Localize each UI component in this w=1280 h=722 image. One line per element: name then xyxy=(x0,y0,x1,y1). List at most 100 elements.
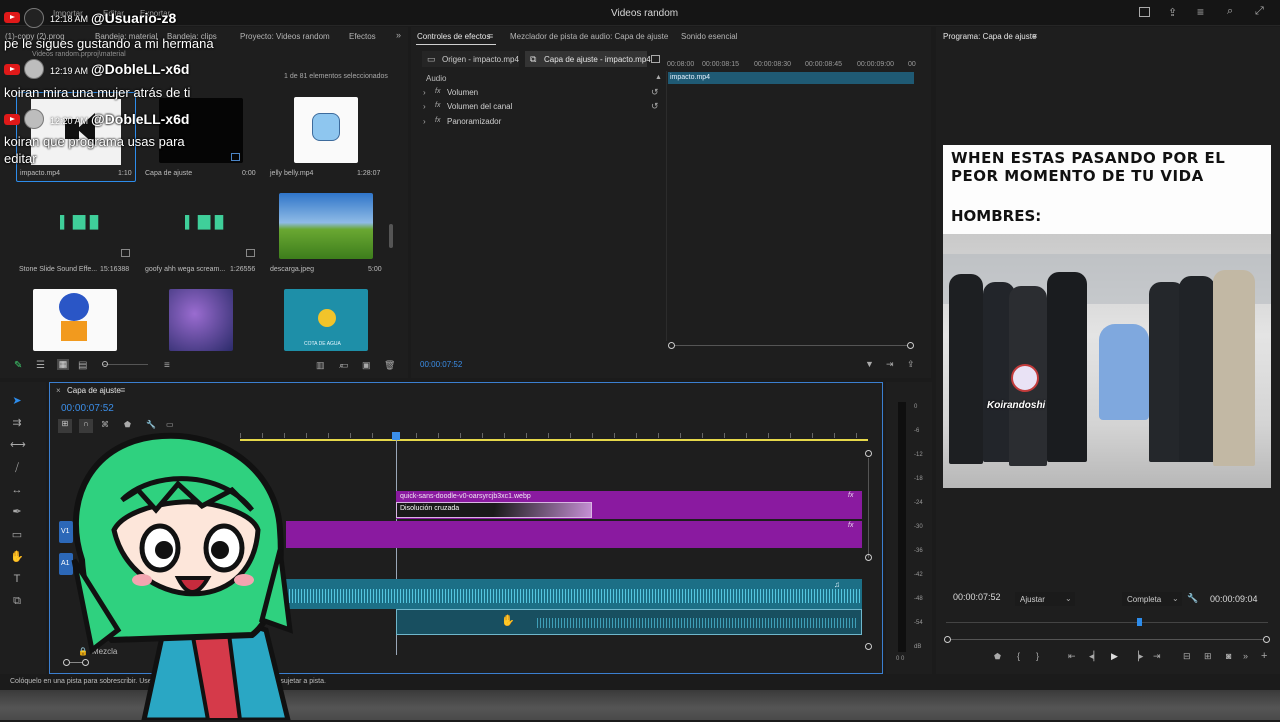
trash-icon[interactable]: 🗑 xyxy=(384,360,396,372)
effect-row-volume[interactable]: › fx Volumen ↺ xyxy=(423,87,668,100)
selection-tool-icon[interactable]: ➤ xyxy=(10,394,24,408)
program-scroll[interactable] xyxy=(944,636,1270,643)
hand-icon[interactable]: ✋ xyxy=(10,550,24,564)
add-icon[interactable]: + xyxy=(1261,650,1273,662)
step-back-icon[interactable]: ◂▏ xyxy=(1089,651,1101,663)
tab-audio-mixer[interactable]: Mezclador de pista de audio: Capa de aju… xyxy=(510,32,668,41)
timeline-timecode[interactable]: 00:00:07:52 xyxy=(61,403,114,414)
section-audio: Audio xyxy=(426,74,447,83)
mark-out-icon[interactable]: } xyxy=(1036,651,1048,663)
pen-icon[interactable]: ✒ xyxy=(10,505,24,519)
step-forward-icon[interactable]: ▕▸ xyxy=(1132,651,1144,663)
track-select-icon[interactable]: ⇉ xyxy=(10,416,24,430)
ripple-edit-icon[interactable]: ⟷ xyxy=(10,438,26,452)
play-only-audio-icon[interactable]: ⇥ xyxy=(886,359,898,371)
transition-crossfade[interactable]: Disolución cruzada xyxy=(396,502,592,518)
go-to-in-icon[interactable]: ⇤ xyxy=(1068,651,1080,663)
audio-drop-target[interactable]: ✋ xyxy=(396,609,862,635)
audio-clip[interactable]: ♫ xyxy=(286,579,862,609)
program-title[interactable]: Programa: Capa de ajuste xyxy=(943,32,1036,41)
tools-panel: ➤ ⇉ ⟷ ⧸ ↔ ✒ ▭ ✋ T ⧉ xyxy=(0,382,46,674)
thumb-water-game[interactable]: COTA DE AGUA xyxy=(284,289,368,351)
tab-effect-controls[interactable]: Controles de efectos xyxy=(417,32,490,41)
work-area-bar[interactable] xyxy=(240,439,868,441)
freeform-view-icon[interactable]: ▤ xyxy=(78,360,90,372)
chevron-right-icon[interactable]: › xyxy=(423,117,426,126)
effect-timecode[interactable]: 00:00:07:52 xyxy=(420,360,462,369)
effect-scroll-track[interactable] xyxy=(668,342,914,349)
new-bin-icon[interactable]: ▭ xyxy=(340,360,352,372)
chevron-right-icon[interactable]: › xyxy=(423,88,426,97)
menu-lines-icon[interactable]: ≡ xyxy=(1197,5,1209,19)
tab-menu-icon[interactable]: ≡ xyxy=(1032,31,1044,43)
tab-menu-icon[interactable]: ≡ xyxy=(120,385,132,397)
v-scroll-mid[interactable] xyxy=(865,554,872,561)
effect-row-channel-volume[interactable]: › fx Volumen del canal ↺ xyxy=(423,101,668,114)
reset-icon[interactable]: ↺ xyxy=(651,101,659,112)
thumb-sonic-character[interactable] xyxy=(33,289,117,351)
subtab-adjustment[interactable]: ⧉ Capa de ajuste - impacto.mp4 xyxy=(525,51,651,67)
automate-icon[interactable]: ▥ xyxy=(316,360,328,372)
timeline-tab[interactable]: Capa de ajuste xyxy=(67,386,121,395)
slip-icon[interactable]: ↔ xyxy=(10,483,24,497)
quality-dropdown[interactable]: Completa ⌄ xyxy=(1122,592,1182,606)
expand-icon[interactable]: ⤢ xyxy=(1255,5,1267,17)
razor-icon[interactable]: ⧸ xyxy=(10,461,24,475)
zoom-slider[interactable] xyxy=(102,361,148,367)
panel-toggle-icon[interactable] xyxy=(651,55,660,63)
fit-value: Ajustar xyxy=(1020,595,1045,604)
thumb-game-scene[interactable] xyxy=(169,289,233,351)
program-ruler[interactable] xyxy=(946,618,1268,626)
audio-meter: 0 -6 -12 -18 -24 -30 -36 -42 -48 -54 dB … xyxy=(886,382,932,674)
playhead-head[interactable] xyxy=(392,432,400,440)
mark-in-icon[interactable]: { xyxy=(1017,651,1029,663)
fit-dropdown[interactable]: Ajustar ⌄ xyxy=(1015,592,1075,606)
go-to-out-icon[interactable]: ⇥ xyxy=(1153,651,1165,663)
watermark-logo xyxy=(1011,364,1039,392)
video-clip-lower[interactable]: fx xyxy=(286,521,862,548)
play-icon[interactable]: ▶ xyxy=(1111,651,1123,663)
v-scroll-bottom[interactable] xyxy=(865,643,872,650)
reset-icon[interactable]: ↺ xyxy=(651,87,659,98)
v-scroll-top[interactable] xyxy=(865,450,872,457)
search-icon[interactable]: ⌕ xyxy=(1227,5,1239,17)
meter-tick: -54 xyxy=(914,620,923,626)
program-timecode[interactable]: 00:00:07:52 xyxy=(953,592,1001,602)
lift-icon[interactable]: ⊟ xyxy=(1183,651,1195,663)
rectangle-icon[interactable]: ▭ xyxy=(10,528,24,542)
icon-view-icon[interactable]: ▦ xyxy=(57,359,69,370)
tab-essential-sound[interactable]: Sonido esencial xyxy=(681,32,737,41)
panel-overflow-icon[interactable]: » xyxy=(396,30,401,40)
close-icon[interactable]: × xyxy=(56,386,61,395)
type-icon[interactable]: T xyxy=(10,572,24,586)
thumb-jelly-belly[interactable] xyxy=(294,97,358,163)
meter-tick: -24 xyxy=(914,500,923,506)
pencil-icon[interactable]: ✎ xyxy=(14,360,26,372)
chevron-right-icon[interactable]: › xyxy=(423,102,426,111)
thumb-label: Stone Slide Sound Effe... xyxy=(19,266,98,273)
panel-icon[interactable] xyxy=(1139,7,1150,17)
more-icon[interactable]: » xyxy=(1243,651,1255,663)
new-item-icon[interactable]: ▣ xyxy=(362,360,374,372)
avatar xyxy=(24,8,44,28)
project-scrollbar[interactable] xyxy=(389,224,393,248)
camera-icon[interactable]: ◙ xyxy=(1226,651,1238,663)
marker-icon[interactable]: ⬟ xyxy=(994,652,1006,664)
list-view-icon[interactable]: ☰ xyxy=(36,360,48,372)
effect-clip-bar[interactable]: impacto.mp4 xyxy=(668,72,914,84)
wrench-icon[interactable]: 🔧 xyxy=(1187,593,1199,605)
export-icon[interactable]: ⇪ xyxy=(907,359,919,371)
tab-menu-icon[interactable]: ≡ xyxy=(488,31,500,43)
tab-effects[interactable]: Efectos xyxy=(349,32,376,41)
caption-icon[interactable]: ⧉ xyxy=(10,594,24,608)
subtab-label: Origen - impacto.mp4 xyxy=(442,55,519,64)
fx-badge: fx xyxy=(848,492,854,499)
filter-icon[interactable]: ▼ xyxy=(865,359,877,371)
chat-time: 12:20 AM xyxy=(50,116,89,126)
sort-icon[interactable]: ≡ xyxy=(164,360,176,372)
subtab-source[interactable]: ▭ Origen - impacto.mp4 xyxy=(422,51,519,67)
effect-row-panner[interactable]: › fx Panoramizador xyxy=(423,116,668,129)
thumb-descarga[interactable] xyxy=(279,193,373,259)
share-icon[interactable]: ⇪ xyxy=(1168,6,1180,19)
extract-icon[interactable]: ⊞ xyxy=(1204,651,1216,663)
